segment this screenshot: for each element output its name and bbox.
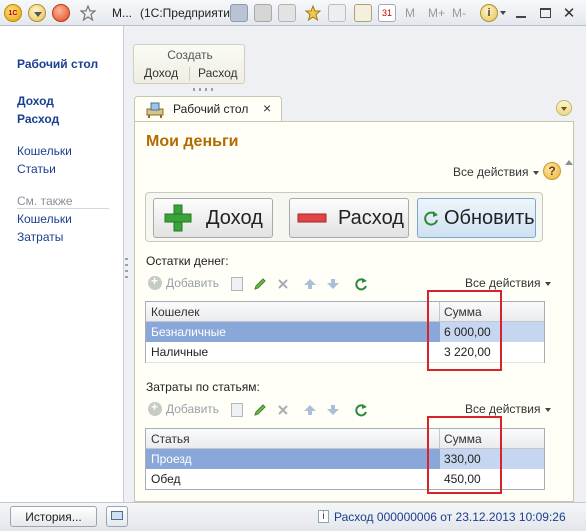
edit-pencil-icon[interactable]: [252, 276, 268, 292]
refresh-button-label: Обновить: [444, 206, 535, 229]
save-icon[interactable]: [230, 3, 248, 23]
form-all-actions-menu[interactable]: Все действия: [453, 165, 539, 179]
print-icon[interactable]: [254, 3, 272, 23]
delete-icon[interactable]: [275, 402, 291, 418]
see-also-costs-link[interactable]: Затраты: [17, 230, 63, 244]
refresh-list-icon[interactable]: [353, 402, 369, 418]
minimize-icon[interactable]: [514, 3, 528, 23]
notification-info-icon: i: [318, 510, 329, 523]
favorites-star-icon[interactable]: [80, 3, 96, 23]
nav-articles-link[interactable]: Статьи: [17, 162, 56, 176]
top-splitter[interactable]: [193, 88, 215, 91]
memory-store-button[interactable]: M: [405, 3, 415, 23]
maximize-icon[interactable]: [538, 3, 552, 23]
balances-add-button[interactable]: Добавить: [148, 274, 219, 290]
calculator-icon[interactable]: [354, 3, 372, 23]
wallet-cell: Безналичные: [151, 325, 226, 339]
windows-list-icon[interactable]: [106, 506, 128, 527]
last-document-link[interactable]: Расход 000000006 от 23.12.2013 10:09:26: [334, 510, 566, 524]
history-button[interactable]: История...: [10, 506, 97, 527]
window-title: (1С:Предприятие,: [140, 6, 240, 20]
title-bar: 1C М... (1С:Предприятие, 31 M M+ M- i ✕: [0, 0, 586, 26]
sum-column-highlight: [427, 290, 502, 371]
column-header-wallet[interactable]: Кошелек: [151, 305, 200, 319]
scroll-up-arrow-icon[interactable]: [565, 160, 573, 165]
calendar-icon[interactable]: 31: [378, 3, 396, 23]
copy-icon[interactable]: [229, 276, 245, 292]
create-panel-title: Создать: [167, 48, 213, 62]
move-down-icon[interactable]: [325, 402, 341, 418]
add-icon: [148, 274, 162, 290]
create-income-button[interactable]: Доход: [144, 66, 178, 80]
create-panel-divider: [189, 67, 190, 81]
income-button[interactable]: Доход: [153, 198, 273, 238]
panel-menu-chevron-icon[interactable]: [556, 100, 572, 116]
create-expense-button[interactable]: Расход: [198, 66, 238, 80]
close-window-icon[interactable]: ✕: [562, 3, 576, 23]
nav-desktop-link[interactable]: Рабочий стол: [17, 57, 98, 71]
move-up-icon[interactable]: [302, 276, 318, 292]
memory-subtract-button[interactable]: M-: [452, 3, 466, 23]
expense-button[interactable]: Расход: [289, 198, 409, 238]
memory-add-button[interactable]: M+: [428, 3, 445, 23]
copy-icon[interactable]: [229, 402, 245, 418]
refresh-icon: [424, 211, 438, 226]
see-also-heading: См. также: [17, 194, 73, 208]
desktop-icon: [146, 102, 164, 118]
plus-icon: [164, 204, 192, 232]
move-up-icon[interactable]: [302, 402, 318, 418]
minus-icon: [297, 213, 327, 223]
expenses-section-label: Затраты по статьям:: [146, 380, 260, 394]
nav-expense-link[interactable]: Расход: [17, 112, 59, 126]
expenses-add-button[interactable]: Добавить: [148, 400, 219, 416]
create-panel: Создать Доход Расход: [133, 44, 245, 84]
balances-section-label: Остатки денег:: [146, 254, 229, 268]
info-menu-chevron-icon[interactable]: [500, 3, 506, 23]
see-also-divider: [17, 208, 109, 209]
copy-icon[interactable]: [328, 3, 346, 23]
add-icon: [148, 400, 162, 416]
panel-splitter[interactable]: [125, 258, 128, 280]
help-icon[interactable]: ?: [543, 162, 561, 180]
info-icon[interactable]: i: [480, 3, 498, 23]
form-title: Мои деньги: [146, 133, 239, 150]
wallet-cell: Наличные: [151, 345, 209, 359]
income-button-label: Доход: [206, 206, 263, 229]
see-also-wallets-link[interactable]: Кошельки: [17, 212, 72, 226]
print-preview-icon[interactable]: [278, 3, 296, 23]
window-title-short: М...: [112, 6, 132, 20]
sum-column-highlight: [427, 416, 502, 494]
balances-all-actions-menu[interactable]: Все действия: [465, 276, 551, 290]
add-favorite-icon[interactable]: [304, 3, 322, 23]
expenses-all-actions-menu[interactable]: Все действия: [465, 402, 551, 416]
refresh-list-icon[interactable]: [353, 276, 369, 292]
column-header-article[interactable]: Статья: [151, 432, 190, 446]
move-down-icon[interactable]: [325, 276, 341, 292]
expense-button-label: Расход: [338, 206, 404, 229]
main-menu-icon[interactable]: [28, 3, 46, 23]
refresh-button[interactable]: Обновить: [417, 198, 536, 238]
article-cell: Проезд: [151, 452, 192, 466]
home-icon[interactable]: [52, 3, 70, 23]
tab-label: Рабочий стол: [173, 102, 249, 116]
edit-pencil-icon[interactable]: [252, 402, 268, 418]
tab-desktop[interactable]: Рабочий стол ×: [134, 96, 282, 122]
form-scrollbar[interactable]: [565, 160, 573, 500]
nav-wallets-link[interactable]: Кошельки: [17, 144, 72, 158]
delete-icon[interactable]: [275, 276, 291, 292]
article-cell: Обед: [151, 472, 181, 486]
app-logo-icon[interactable]: 1C: [4, 3, 22, 23]
nav-income-link[interactable]: Доход: [17, 94, 54, 108]
tab-close-icon[interactable]: ×: [263, 100, 271, 116]
